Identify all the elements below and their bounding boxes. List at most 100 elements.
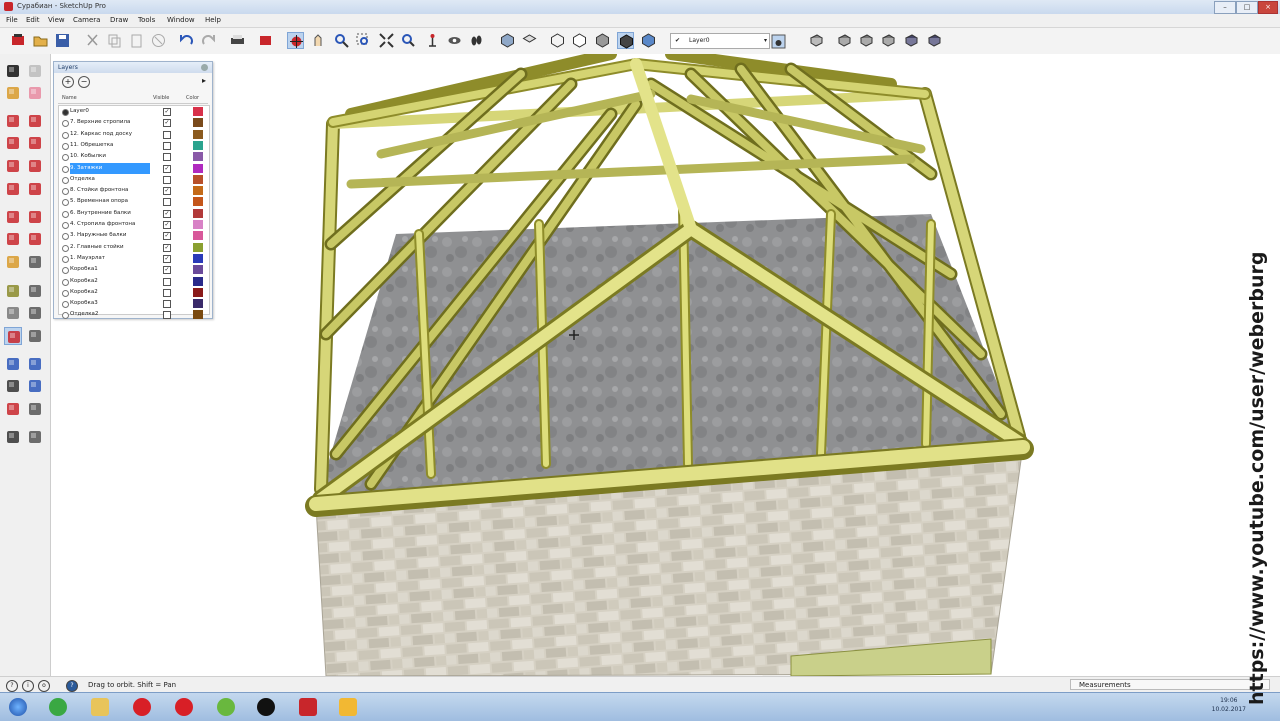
layer-row[interactable]: 5. Временная опора <box>59 196 209 207</box>
component-icon-3[interactable] <box>880 32 897 49</box>
print-icon[interactable] <box>229 32 246 49</box>
getting-started-icon[interactable] <box>10 32 27 49</box>
offset-icon[interactable] <box>26 230 44 248</box>
xray-style-icon[interactable] <box>549 32 566 49</box>
layer-visible-checkbox[interactable] <box>163 311 171 320</box>
zoom-window-icon[interactable] <box>355 32 372 49</box>
layer-visible-checkbox[interactable] <box>163 175 171 184</box>
position-camera-tool-icon[interactable] <box>4 400 22 418</box>
active-layer-radio[interactable] <box>62 199 69 207</box>
layer-visible-checkbox[interactable]: ✓ <box>163 221 171 229</box>
component-icon-2[interactable] <box>858 32 875 49</box>
layer-row[interactable]: 1. Мауэрлат ✓ <box>59 253 209 264</box>
delete-layer-button[interactable]: − <box>78 76 90 88</box>
layer-color-swatch[interactable] <box>193 265 203 275</box>
layer-name[interactable]: 2. Главные стойки <box>70 242 150 253</box>
polygon-icon[interactable] <box>4 157 22 175</box>
close-button[interactable]: × <box>1258 1 1278 14</box>
shaded-textures-style-icon[interactable] <box>617 32 634 49</box>
media-player-taskbar-icon[interactable] <box>252 696 280 718</box>
active-layer-radio[interactable] <box>62 278 69 286</box>
zoom-tool-icon[interactable] <box>4 355 22 373</box>
active-layer-radio[interactable] <box>62 312 69 320</box>
layer-name[interactable]: 8. Стойки фронтона <box>70 185 150 196</box>
layer-name[interactable]: 12. Каркас под доску <box>70 129 150 140</box>
rotate-icon[interactable] <box>4 208 22 226</box>
layer-color-swatch[interactable] <box>193 174 203 184</box>
layer-row[interactable]: Коробка2 <box>59 276 209 287</box>
layer-visible-checkbox[interactable]: ✓ <box>163 164 171 173</box>
dimension-icon[interactable] <box>26 253 44 271</box>
active-layer-radio[interactable] <box>62 267 69 275</box>
details-arrow-icon[interactable]: ▸ <box>202 76 206 85</box>
layer-color-swatch[interactable] <box>193 129 203 139</box>
layer-select[interactable]: ✔ Layer0 ▾ <box>670 33 770 49</box>
layer-row[interactable]: 9. Затяжки ✓ <box>59 162 209 174</box>
layer-name[interactable]: 4. Стропила фронтона <box>70 219 150 230</box>
axes-icon[interactable] <box>4 304 22 322</box>
layer-color-swatch[interactable] <box>193 208 203 218</box>
layer-color-swatch[interactable] <box>193 163 203 173</box>
zoom-extents-tool-icon[interactable] <box>4 377 22 395</box>
start-button[interactable] <box>4 696 32 718</box>
active-layer-radio[interactable] <box>62 233 69 241</box>
clock[interactable]: 19:06 10.02.2017 <box>1212 696 1246 714</box>
component-icon-4[interactable] <box>903 32 920 49</box>
active-layer-radio[interactable] <box>62 142 69 150</box>
active-layer-radio[interactable] <box>62 154 69 162</box>
erase-icon[interactable] <box>150 32 167 49</box>
protractor-icon[interactable] <box>4 282 22 300</box>
credits-icon[interactable]: i <box>22 680 34 692</box>
pan-icon[interactable] <box>310 32 327 49</box>
layer-color-swatch[interactable] <box>193 197 203 207</box>
save-icon[interactable] <box>54 32 71 49</box>
menu-camera[interactable]: Camera <box>73 16 100 24</box>
layer-name[interactable]: 3. Наружные балки <box>70 230 150 241</box>
layer-name[interactable]: 9. Затяжки <box>70 162 150 174</box>
layer-row[interactable]: Коробка1 ✓ <box>59 264 209 275</box>
layer-name[interactable]: 10. Кобылки <box>70 151 150 162</box>
layer-visible-checkbox[interactable]: ✓ <box>163 254 171 263</box>
open-icon[interactable] <box>32 32 49 49</box>
layer-row[interactable]: 6. Внутренние балки ✓ <box>59 208 209 219</box>
paint-bucket-icon[interactable] <box>4 84 22 102</box>
pan-tool-icon[interactable] <box>26 327 44 345</box>
layer-visible-checkbox[interactable] <box>163 198 171 207</box>
layer-visible-checkbox[interactable] <box>163 130 171 139</box>
chevron-down-icon[interactable]: ▾ <box>764 34 767 48</box>
active-layer-radio[interactable] <box>62 255 69 263</box>
layer-visible-checkbox[interactable]: ✓ <box>163 232 171 241</box>
follow-me-icon[interactable] <box>26 208 44 226</box>
instructor-icon[interactable]: ? <box>66 680 78 692</box>
eraser-icon[interactable] <box>26 84 44 102</box>
layer-row[interactable]: 8. Стойки фронтона ✓ <box>59 185 209 196</box>
look-around-tool-icon[interactable] <box>26 400 44 418</box>
layer-visible-checkbox[interactable]: ✓ <box>163 266 171 275</box>
layer-color-swatch[interactable] <box>193 140 203 150</box>
layer-name[interactable]: Отделка <box>70 174 150 185</box>
model-viewport[interactable] <box>51 54 1280 676</box>
component-icon-1[interactable] <box>836 32 853 49</box>
layer-visible-checkbox[interactable] <box>163 277 171 286</box>
layer-visible-checkbox[interactable]: ✓ <box>163 243 171 252</box>
layer-row[interactable]: Layer0 ✓ <box>59 106 209 117</box>
freehand-icon[interactable] <box>26 157 44 175</box>
layer-color-swatch[interactable] <box>193 310 203 320</box>
app-taskbar-icon[interactable] <box>334 696 362 718</box>
layer-color-swatch[interactable] <box>193 220 203 229</box>
opera-2-taskbar-icon[interactable] <box>170 696 198 718</box>
layer-color-swatch[interactable] <box>193 299 203 309</box>
layer-color-swatch[interactable] <box>193 253 203 263</box>
layer-visible-checkbox[interactable]: ✓ <box>163 209 171 218</box>
layer-color-swatch[interactable] <box>193 186 203 196</box>
line-icon[interactable] <box>26 112 44 130</box>
cut-icon[interactable] <box>84 32 101 49</box>
layer-name[interactable]: 11. Обрешетка <box>70 140 150 151</box>
move-icon[interactable] <box>4 180 22 198</box>
layer-row[interactable]: 2. Главные стойки ✓ <box>59 242 209 253</box>
active-layer-radio[interactable] <box>62 188 69 196</box>
add-layer-button[interactable]: + <box>62 76 74 88</box>
active-layer-radio[interactable] <box>62 176 69 184</box>
active-layer-radio[interactable] <box>62 301 69 309</box>
layer-visible-checkbox[interactable]: ✓ <box>163 187 171 196</box>
